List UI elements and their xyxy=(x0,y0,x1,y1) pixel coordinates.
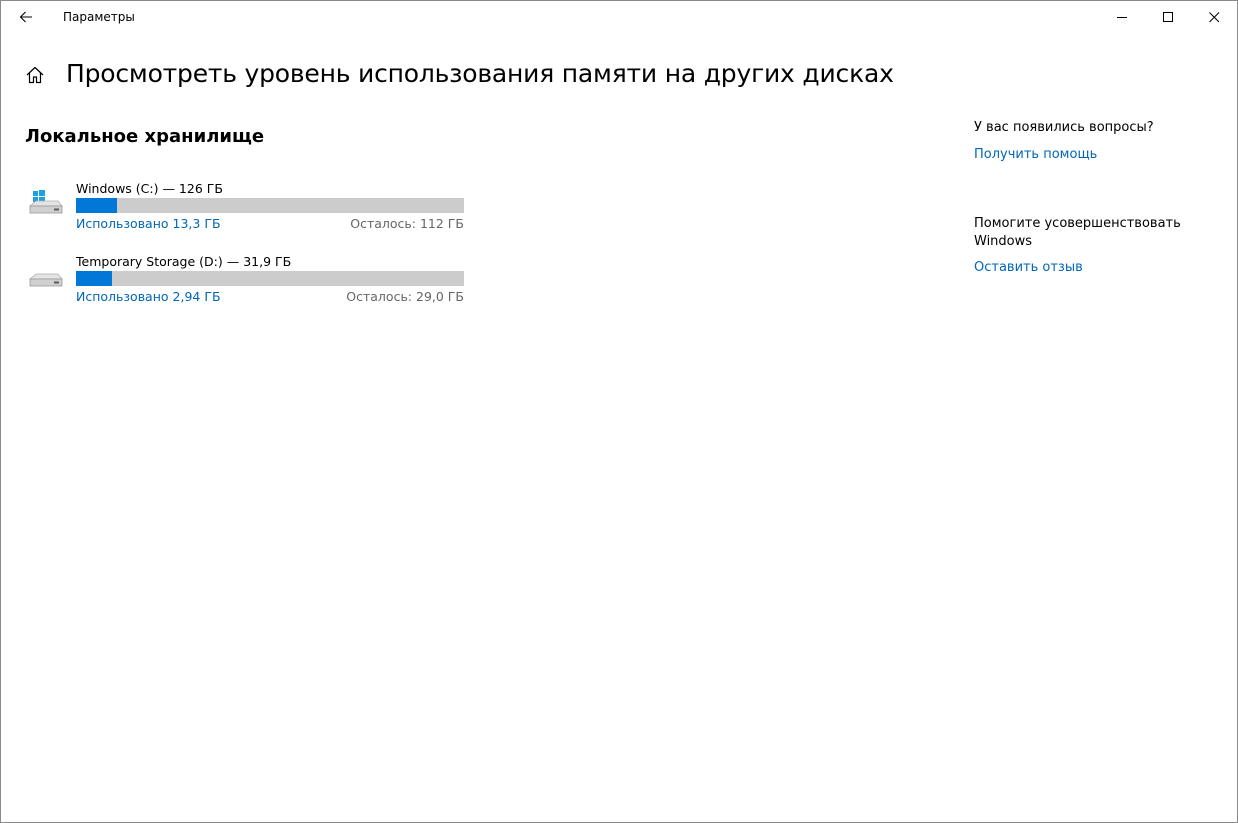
usage-bar xyxy=(76,271,464,286)
questions-heading: У вас появились вопросы? xyxy=(974,120,1154,135)
improve-windows-heading: Помогите усовершенствовать Windows xyxy=(974,216,1181,249)
usage-bar-fill xyxy=(76,198,118,213)
minimize-button[interactable] xyxy=(1099,1,1145,33)
title-bar: Параметры xyxy=(1,1,1237,33)
drive-item-c[interactable]: Windows (C:) — 126 ГБ Использовано 13,3 … xyxy=(25,179,465,239)
minimize-icon xyxy=(1116,16,1127,18)
home-icon xyxy=(26,66,44,84)
windows-drive-icon xyxy=(29,190,63,214)
drive-icon xyxy=(29,273,63,287)
page-title: Просмотреть уровень использования памяти… xyxy=(66,59,894,88)
section-title-local-storage: Локальное хранилище xyxy=(25,126,265,147)
app-title: Параметры xyxy=(63,10,135,24)
maximize-icon xyxy=(1162,11,1173,22)
close-button[interactable] xyxy=(1191,1,1237,33)
back-button[interactable] xyxy=(5,1,47,33)
usage-bar xyxy=(76,198,464,213)
drive-name: Windows (C:) — 126 ГБ xyxy=(76,181,223,196)
used-space-label: Использовано 13,3 ГБ xyxy=(76,216,221,231)
get-help-link[interactable]: Получить помощь xyxy=(974,147,1214,162)
maximize-button[interactable] xyxy=(1145,1,1191,33)
arrow-left-icon xyxy=(19,11,32,23)
free-space-label: Осталось: 29,0 ГБ xyxy=(346,289,464,304)
usage-bar-fill xyxy=(76,271,112,286)
give-feedback-link[interactable]: Оставить отзыв xyxy=(974,260,1214,275)
close-icon xyxy=(1208,11,1219,22)
drive-item-d[interactable]: Temporary Storage (D:) — 31,9 ГБ Использ… xyxy=(25,252,465,312)
home-button[interactable] xyxy=(23,63,47,87)
free-space-label: Осталось: 112 ГБ xyxy=(350,216,464,231)
used-space-label: Использовано 2,94 ГБ xyxy=(76,289,221,304)
drive-name: Temporary Storage (D:) — 31,9 ГБ xyxy=(76,254,292,269)
settings-window: Параметры Просмотреть уровень использова… xyxy=(0,0,1238,823)
